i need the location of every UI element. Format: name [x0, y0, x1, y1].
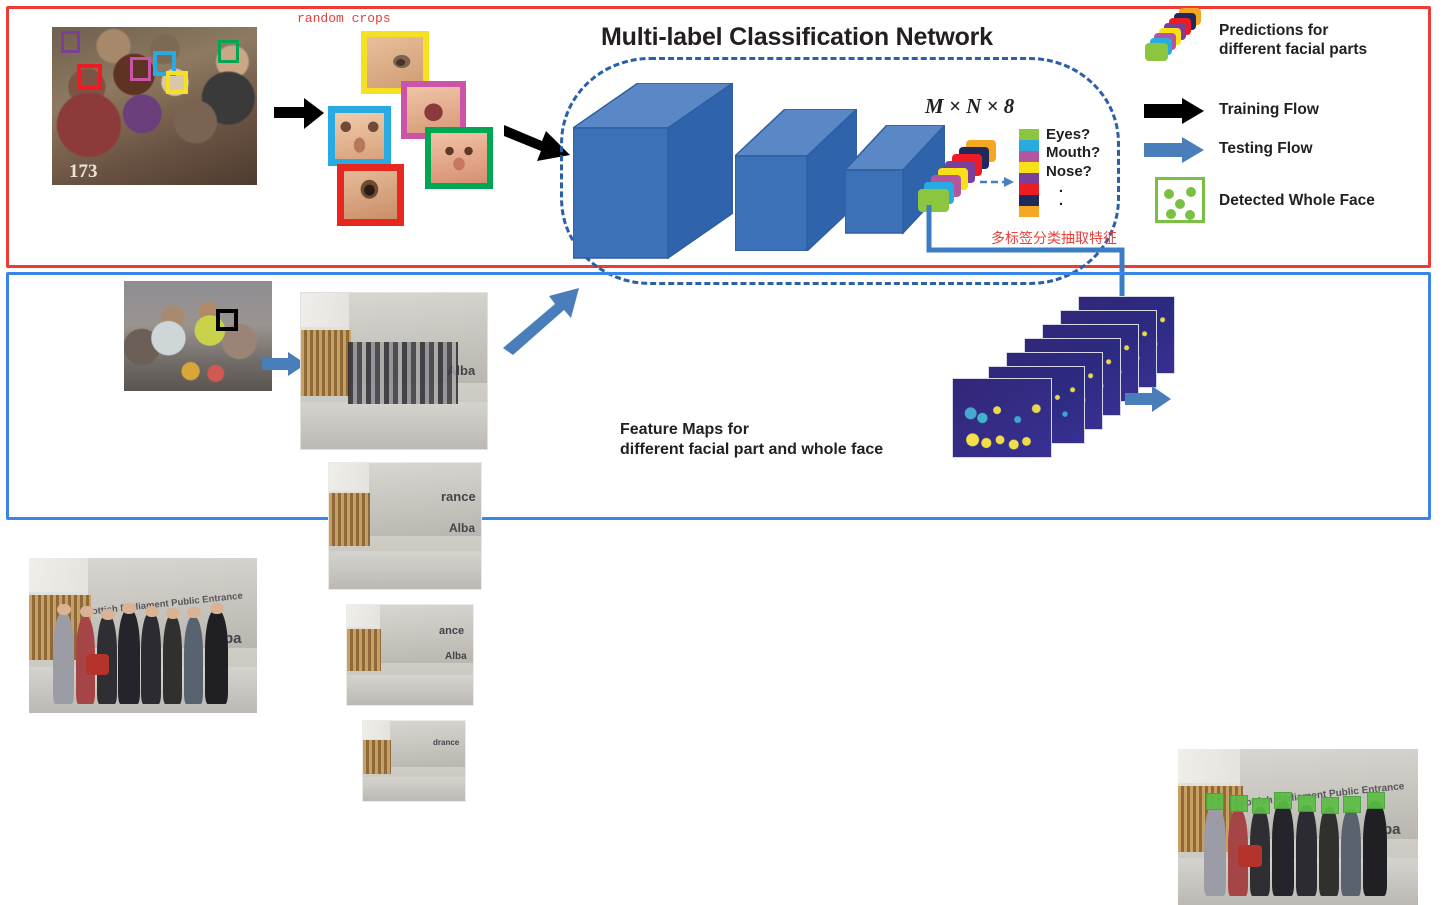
result-people [1200, 792, 1402, 896]
label-swatch-orchid [1019, 151, 1039, 162]
crop-nose-blue [328, 106, 391, 166]
result-red-handbag [1237, 845, 1263, 867]
pyramid-sign-c: Alba [449, 521, 476, 535]
crop-face-green [425, 127, 493, 189]
detected-face-box-6 [1320, 797, 1339, 814]
training-arrow-1 [274, 98, 324, 129]
legend-training-flow-label: Training Flow [1219, 101, 1319, 118]
testing-panel [6, 272, 1431, 520]
label-color-bar [1019, 129, 1039, 217]
page-title: Multi-label Classification Network [601, 23, 993, 51]
legend-testing-arrow-icon [1144, 137, 1204, 163]
feature-map-1 [952, 378, 1052, 458]
runner-bib-number: 173 [69, 160, 98, 182]
source-crowd-image-1: 173 [52, 27, 257, 185]
pyramid-sign-d: ance [439, 625, 465, 637]
face-dot-1 [1164, 189, 1174, 199]
label-swatch-red [1019, 184, 1039, 195]
random-crops-label: random crops [297, 11, 391, 26]
face-dot-4 [1166, 209, 1176, 219]
detected-face-box-8 [1366, 792, 1386, 809]
class-question-nose: Nose? [1046, 162, 1092, 180]
source-box-yellow [166, 71, 188, 94]
pyramid-sign-b: rance [441, 489, 476, 504]
pyramid-sign-e: Alba [445, 651, 467, 662]
source-box-red [77, 64, 102, 90]
legend-detected-face-icon [1155, 177, 1205, 223]
legend-prediction-icon [1145, 8, 1205, 64]
feature-maps-line2: different facial part and whole face [620, 440, 884, 458]
image-pyramid: Alba rance Alba ance Alba drance [300, 292, 500, 802]
detected-face-box-3 [1252, 797, 1271, 815]
source-box-green [218, 40, 239, 63]
pyramid-sign-f: drance [433, 738, 460, 747]
testing-arrow-2 [503, 288, 579, 355]
legend-predictions-line2: different facial parts [1219, 40, 1368, 58]
detected-face-box-1 [1205, 793, 1224, 810]
legend-testing-flow-label: Testing Flow [1219, 140, 1313, 157]
class-question-list: Eyes? Mouth? Nose? . . [1046, 126, 1100, 208]
detected-face-box-4 [1274, 792, 1293, 809]
detection-result-image: Scottish Parliament Public Entrance Alba [1178, 749, 1418, 905]
legend-predictions-line1: Predictions for [1219, 22, 1329, 39]
pyramid-scale-4: drance [362, 720, 466, 802]
label-swatch-green [1019, 129, 1039, 140]
prediction-card-stack [918, 140, 998, 212]
legend-training-arrow-icon [1144, 98, 1204, 124]
cnn-block-2 [735, 109, 857, 251]
prediction-to-labels-arrow [980, 177, 1014, 187]
legend-detected-face-label: Detected Whole Face [1219, 192, 1375, 209]
label-swatch-yellow [1019, 162, 1039, 173]
feature-maps-caption: Feature Maps for different facial part a… [620, 420, 883, 459]
detected-face-box-5 [1298, 795, 1317, 812]
crop-eye-red [337, 164, 404, 226]
label-swatch-purple [1019, 173, 1039, 184]
class-question-eyes: Eyes? [1046, 126, 1091, 143]
detected-face-box-7 [1342, 796, 1361, 813]
face-dot-3 [1175, 199, 1185, 209]
face-dot-5 [1185, 210, 1195, 220]
pyramid-scale-2: rance Alba [328, 462, 482, 590]
cnn-block-1 [573, 83, 733, 260]
feature-maps-line1: Feature Maps for [620, 421, 749, 438]
red-handbag [85, 653, 109, 675]
chinese-annotation: 多标签分类抽取特征 [991, 231, 1117, 247]
source-box-purple [61, 31, 80, 53]
label-swatch-cyan [1019, 140, 1039, 151]
legend-card-green [1145, 43, 1168, 61]
legend-predictions-label: Predictions for different facial parts [1219, 22, 1367, 60]
tensor-shape-label: M × N × 8 [925, 94, 1015, 118]
class-question-mouth: Mouth? [1046, 144, 1101, 162]
test-input-people [50, 602, 242, 704]
detected-face-box-2 [1229, 795, 1248, 812]
testing-arrow-3 [1125, 386, 1171, 412]
face-dot-2 [1186, 187, 1196, 197]
pyramid-people-overlay [348, 342, 458, 404]
pyramid-scale-3: ance Alba [346, 604, 474, 706]
source-box-magenta [130, 57, 151, 81]
test-input-image: Scottish Parliament Public Entrance Alba [29, 558, 257, 713]
